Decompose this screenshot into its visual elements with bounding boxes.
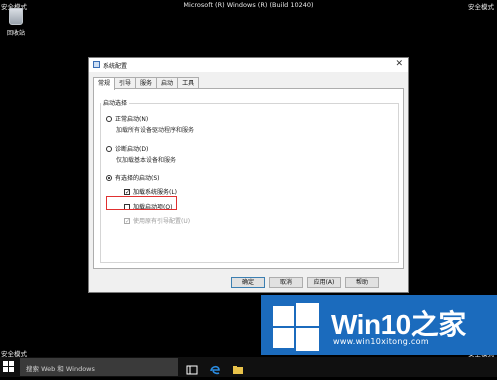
help-button[interactable]: 帮助 (345, 277, 379, 288)
recycle-bin-icon (9, 8, 23, 25)
windows-start-icon[interactable] (3, 361, 15, 373)
normal-startup-desc: 加载所有设备驱动程序和服务 (116, 127, 195, 134)
general-tab-pane: 启动选择 正常启动(N) 加载所有设备驱动程序和服务 诊断启动(D) 仅加载基本… (93, 88, 404, 269)
edge-icon[interactable] (209, 361, 221, 375)
highlight-box (106, 196, 177, 210)
checkmark-disabled-icon: ✓ (124, 217, 131, 225)
file-explorer-icon[interactable] (232, 361, 244, 374)
tab-services[interactable]: 服务 (135, 77, 158, 88)
taskbar: 搜索 Web 和 Windows (0, 357, 497, 377)
tab-startup[interactable]: 启动 (156, 77, 179, 88)
recycle-bin[interactable]: 回收站 (3, 8, 29, 37)
load-system-services-checkbox[interactable]: ✓ 加载系统服务(L) (124, 187, 177, 196)
ok-button[interactable]: 确定 (231, 277, 265, 288)
radio-selected-icon (106, 174, 112, 181)
diagnostic-startup-label: 诊断启动(D) (115, 146, 149, 153)
tab-tools[interactable]: 工具 (177, 77, 200, 88)
normal-startup-label: 正常启动(N) (115, 116, 149, 123)
windows-build-title: Microsoft (R) Windows (R) (Build 10240) (183, 1, 314, 9)
recycle-bin-label: 回收站 (6, 30, 25, 37)
win10-watermark-logo: Win10之家 www.win10xitong.com (261, 295, 497, 355)
close-icon[interactable]: ✕ (395, 59, 403, 69)
diagnostic-startup-desc: 仅加载基本设备和服务 (116, 157, 177, 164)
load-system-services-label: 加载系统服务(L) (133, 189, 178, 196)
normal-startup-radio[interactable]: 正常启动(N) (106, 114, 148, 123)
tab-strip: 常规 引导 服务 启动 工具 (93, 77, 200, 90)
msconfig-icon (93, 61, 100, 68)
tab-general[interactable]: 常规 (93, 77, 116, 90)
search-box[interactable]: 搜索 Web 和 Windows (20, 358, 178, 376)
diagnostic-startup-radio[interactable]: 诊断启动(D) (106, 144, 148, 153)
apply-button[interactable]: 应用(A) (307, 277, 341, 288)
dialog-title: 系统配置 (103, 63, 128, 70)
radio-icon (106, 145, 112, 152)
windows-logo-icon (273, 303, 319, 351)
use-original-boot-checkbox: ✓ 使用原有引导配置(U) (124, 216, 190, 225)
system-config-dialog: 系统配置 ✕ 常规 引导 服务 启动 工具 启动选择 正常启动(N) 加载所有设… (88, 57, 409, 293)
checkmark-icon: ✓ (124, 188, 131, 196)
tab-boot[interactable]: 引导 (114, 77, 137, 88)
watermark-url: www.win10xitong.com (333, 337, 429, 346)
radio-icon (106, 115, 112, 122)
search-placeholder: 搜索 Web 和 Windows (26, 365, 95, 373)
cancel-button[interactable]: 取消 (269, 277, 303, 288)
use-original-boot-label: 使用原有引导配置(U) (133, 218, 191, 225)
dialog-button-row: 确定 取消 应用(A) 帮助 (227, 277, 379, 288)
selective-startup-label: 有选择的启动(S) (115, 175, 160, 182)
dialog-titlebar[interactable]: 系统配置 ✕ (89, 58, 408, 72)
selective-startup-radio[interactable]: 有选择的启动(S) (106, 173, 160, 182)
task-view-icon[interactable] (186, 361, 198, 375)
startup-selection-label: 启动选择 (101, 98, 130, 107)
